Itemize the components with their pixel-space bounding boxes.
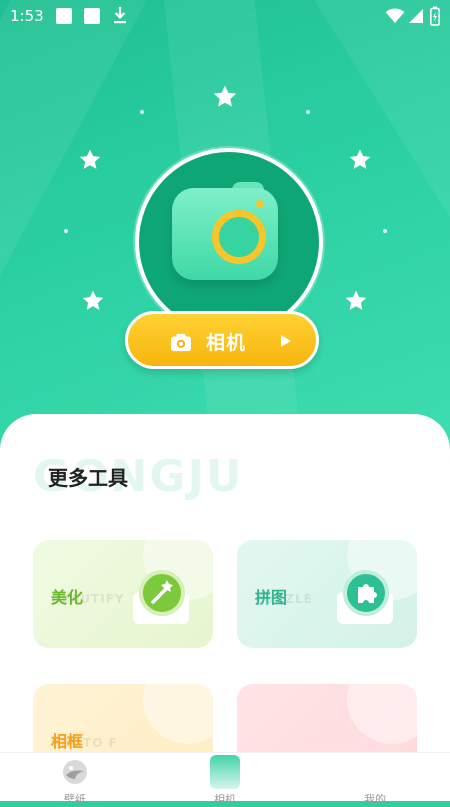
tab-label: 壁纸 [64, 793, 86, 806]
wifi-icon [385, 8, 405, 23]
status-bar: 1:53 [0, 0, 450, 34]
battery-icon [430, 6, 440, 26]
camera-tab-icon [210, 755, 240, 789]
star-icon [345, 290, 367, 310]
tool-card-beautify[interactable]: BEAUTIFY 美化 [33, 540, 213, 648]
light-ray [309, 0, 450, 460]
card-decoration [347, 684, 417, 744]
camera-globe [135, 148, 323, 336]
wallpaper-tab-icon [63, 760, 87, 784]
camera-button-label: 相机 [206, 332, 247, 354]
camera-small-icon [171, 333, 191, 352]
notification-icon [56, 8, 72, 24]
camera-icon [172, 188, 278, 280]
hero-banner: 相机 [0, 0, 450, 460]
card-title: 美化 [51, 588, 84, 607]
card-decoration [143, 684, 213, 744]
sparkle-dot [383, 229, 387, 233]
camera-button[interactable]: 相机 [125, 311, 319, 369]
tab-camera[interactable]: 相机 [150, 753, 300, 806]
tab-mine[interactable]: 我的 [300, 753, 450, 806]
camera-lens [212, 210, 266, 264]
play-arrow-icon [281, 335, 291, 347]
more-tools-panel: GONGJU 更多工具 BEAUTIFY 美化 PUZZLE 拼图 PHOTO … [0, 414, 450, 800]
camera-flash [256, 200, 264, 208]
tab-label: 相机 [214, 793, 236, 806]
card-title: 拼图 [255, 588, 288, 607]
magic-wand-icon [139, 570, 185, 616]
signal-icon [409, 9, 423, 23]
tab-wallpaper[interactable]: 壁纸 [0, 753, 150, 806]
star-icon [213, 85, 237, 107]
light-ray [0, 0, 153, 460]
star-icon [79, 149, 101, 169]
tool-card-puzzle[interactable]: PUZZLE 拼图 [237, 540, 417, 648]
sparkle-dot [140, 110, 144, 114]
download-icon [114, 7, 126, 24]
star-icon [82, 290, 104, 310]
card-title: 相框 [51, 732, 84, 751]
sparkle-dot [64, 229, 68, 233]
sparkle-dot [306, 110, 310, 114]
section-title: 更多工具 [48, 466, 128, 490]
star-icon [349, 149, 371, 169]
status-time: 1:53 [10, 7, 44, 25]
tab-label: 我的 [364, 793, 386, 806]
puzzle-icon [343, 570, 389, 616]
bottom-nav: 壁纸 相机 我的 [0, 752, 450, 806]
notification-icon [84, 8, 100, 24]
